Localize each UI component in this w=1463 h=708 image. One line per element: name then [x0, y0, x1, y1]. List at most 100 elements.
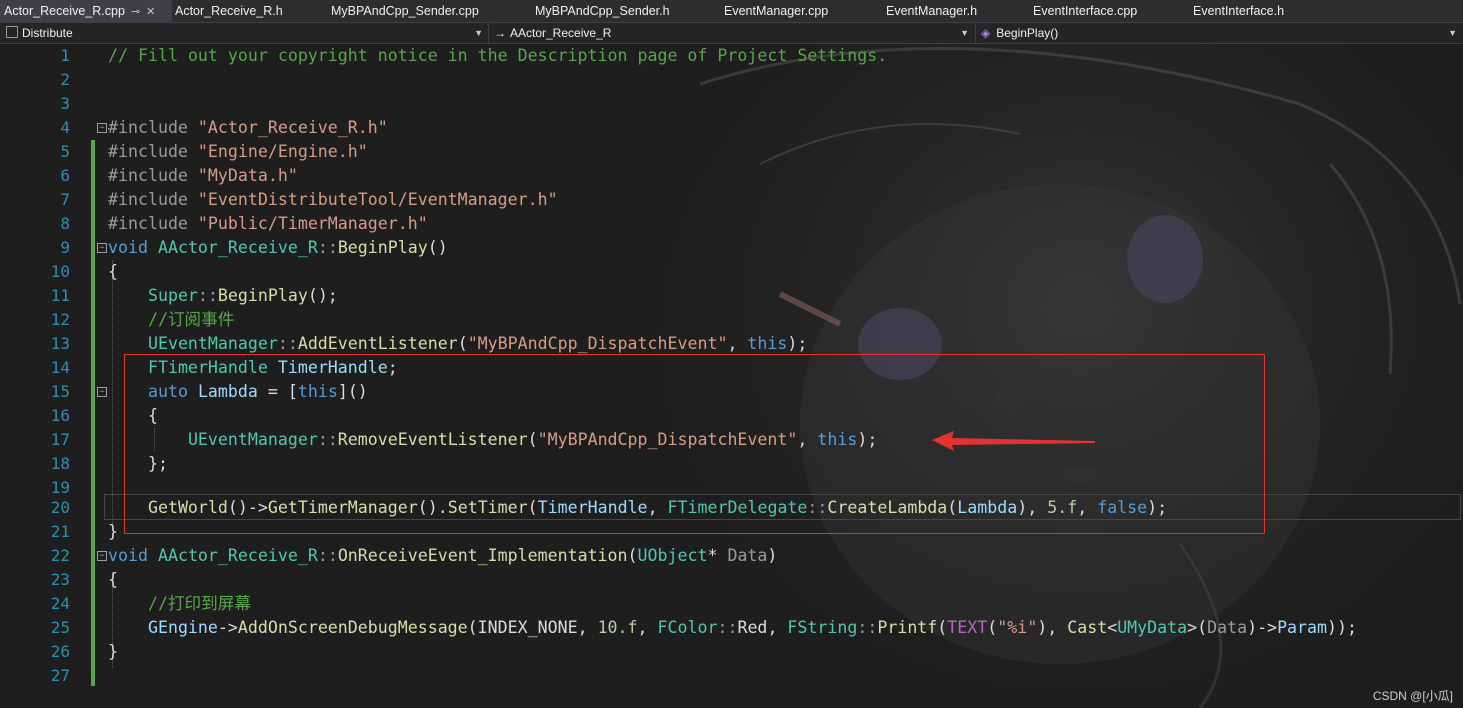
line-number: 14 — [50, 358, 70, 377]
code-text: // Fill out your copyright notice in the… — [108, 46, 888, 65]
line-number: 7 — [60, 190, 70, 209]
line-number: 5 — [60, 142, 70, 161]
code-text: void AActor_Receive_R::BeginPlay() — [108, 238, 448, 257]
code-line: 3 — [0, 92, 1463, 116]
collapse-icon[interactable]: − — [97, 387, 107, 397]
code-text: #include "EventDistributeTool/EventManag… — [108, 190, 558, 209]
line-number: 25 — [50, 618, 70, 637]
code-line: 10 { — [0, 260, 1463, 284]
code-text: { — [108, 262, 118, 281]
line-number: 8 — [60, 214, 70, 233]
code-line: 7 #include "EventDistributeTool/EventMan… — [0, 188, 1463, 212]
chevron-down-icon: ▼ — [1448, 28, 1457, 38]
line-number: 16 — [50, 406, 70, 425]
code-text: #include "Actor_Receive_R.h" — [108, 118, 388, 137]
code-line: 5 #include "Engine/Engine.h" — [0, 140, 1463, 164]
tab-actor-receive-r-cpp[interactable]: Actor_Receive_R.cpp ⊸ ✕ — [0, 0, 172, 22]
divider — [488, 23, 489, 43]
line-number: 21 — [50, 522, 70, 541]
tab-label: Actor_Receive_R.cpp — [4, 4, 125, 18]
code-line: 9 − void AActor_Receive_R::BeginPlay() — [0, 236, 1463, 260]
line-number: 10 — [50, 262, 70, 281]
code-comment: //订阅事件 — [108, 310, 235, 329]
line-number: 3 — [60, 94, 70, 113]
collapse-icon[interactable]: − — [97, 551, 107, 561]
tab-label: MyBPAndCpp_Sender.h — [535, 4, 670, 18]
line-number: 2 — [60, 70, 70, 89]
tab-label: EventInterface.h — [1193, 4, 1285, 18]
tab-eventmanager-h[interactable]: EventManager.h — [886, 0, 977, 22]
line-number: 15 — [50, 382, 70, 401]
code-text: GEngine->AddOnScreenDebugMessage(INDEX_N… — [147, 618, 1357, 637]
tab-label: MyBPAndCpp_Sender.cpp — [331, 4, 479, 18]
line-number: 18 — [50, 454, 70, 473]
code-line: 8 #include "Public/TimerManager.h" — [0, 212, 1463, 236]
line-number: 13 — [50, 334, 70, 353]
scope-dropdown[interactable]: → AActor_Receive_R ▼ — [490, 23, 973, 43]
member-label: BeginPlay() — [996, 26, 1059, 40]
code-line: 24 //打印到屏幕 — [0, 592, 1463, 616]
tab-sender-cpp[interactable]: MyBPAndCpp_Sender.cpp — [331, 0, 479, 22]
collapse-icon[interactable]: − — [97, 243, 107, 253]
line-number: 9 — [60, 238, 70, 257]
line-number: 12 — [50, 310, 70, 329]
line-number: 4 — [60, 118, 70, 137]
line-number: 22 — [50, 546, 70, 565]
code-line: 4 − #include "Actor_Receive_R.h" — [0, 116, 1463, 140]
line-number: 1 — [60, 46, 70, 65]
code-line: 22 − void AActor_Receive_R::OnReceiveEve… — [0, 544, 1463, 568]
line-number: 11 — [50, 286, 70, 305]
code-line: 26 } — [0, 640, 1463, 664]
code-comment: //打印到屏幕 — [108, 594, 251, 613]
code-text: { — [108, 570, 118, 589]
arrow-icon: → — [494, 26, 506, 40]
tab-eventinterface-h[interactable]: EventInterface.h — [1193, 0, 1284, 22]
code-line: 23 { — [0, 568, 1463, 592]
annotation-arrow-icon — [932, 431, 1095, 451]
line-number: 26 — [50, 642, 70, 661]
line-number: 27 — [50, 666, 70, 685]
line-number: 24 — [50, 594, 70, 613]
line-number: 20 — [50, 498, 70, 517]
tab-label: EventManager.h — [886, 4, 978, 18]
tab-label: EventInterface.cpp — [1033, 4, 1138, 18]
code-text: } — [108, 642, 118, 661]
scope-label: AActor_Receive_R — [510, 26, 612, 40]
code-text: UEventManager::AddEventListener("MyBPAnd… — [147, 334, 808, 353]
line-number: 6 — [60, 166, 70, 185]
tab-label: Actor_Receive_R.h — [175, 4, 283, 18]
close-icon[interactable]: ✕ — [146, 6, 155, 18]
code-text: #include "MyData.h" — [108, 166, 298, 185]
collapse-icon[interactable]: − — [97, 123, 107, 133]
divider — [975, 23, 976, 43]
code-line: 6 #include "MyData.h" — [0, 164, 1463, 188]
code-line: 27 — [0, 664, 1463, 688]
code-line: 1 // Fill out your copyright notice in th… — [0, 44, 1463, 68]
code-line: 12 //订阅事件 — [0, 308, 1463, 332]
tab-eventinterface-cpp[interactable]: EventInterface.cpp — [1033, 0, 1137, 22]
tab-actor-receive-r-h[interactable]: Actor_Receive_R.h — [175, 0, 283, 22]
navigation-bar: Distribute ▼ → AActor_Receive_R ▼ ◈ BeginP… — [0, 22, 1463, 44]
method-icon: ◈ — [981, 26, 991, 40]
watermark-text: CSDN @[小瓜] — [1372, 689, 1453, 703]
project-dropdown[interactable]: Distribute ▼ — [0, 23, 487, 43]
project-icon — [6, 26, 18, 38]
line-number: 17 — [50, 430, 70, 449]
tab-eventmanager-cpp[interactable]: EventManager.cpp — [724, 0, 828, 22]
tab-sender-h[interactable]: MyBPAndCpp_Sender.h — [535, 0, 670, 22]
code-editor[interactable]: 1 // Fill out your copyright notice in th… — [0, 44, 1463, 708]
chevron-down-icon: ▼ — [960, 28, 969, 38]
member-dropdown[interactable]: ◈ BeginPlay() ▼ — [977, 23, 1461, 43]
tab-label: EventManager.cpp — [724, 4, 829, 18]
pin-icon[interactable]: ⊸ — [131, 6, 140, 18]
project-label: Distribute — [22, 26, 73, 40]
code-text: } — [108, 522, 118, 541]
code-text: Super::BeginPlay(); — [147, 286, 338, 305]
code-text: void AActor_Receive_R::OnReceiveEvent_Im… — [108, 546, 778, 565]
code-text: #include "Engine/Engine.h" — [108, 142, 368, 161]
chevron-down-icon: ▼ — [474, 28, 483, 38]
code-line: 2 — [0, 68, 1463, 92]
code-line: 11 Super::BeginPlay(); — [0, 284, 1463, 308]
code-line: 25 GEngine->AddOnScreenDebugMessage(INDE… — [0, 616, 1463, 640]
code-line: 13 UEventManager::AddEventListener("MyBP… — [0, 332, 1463, 356]
